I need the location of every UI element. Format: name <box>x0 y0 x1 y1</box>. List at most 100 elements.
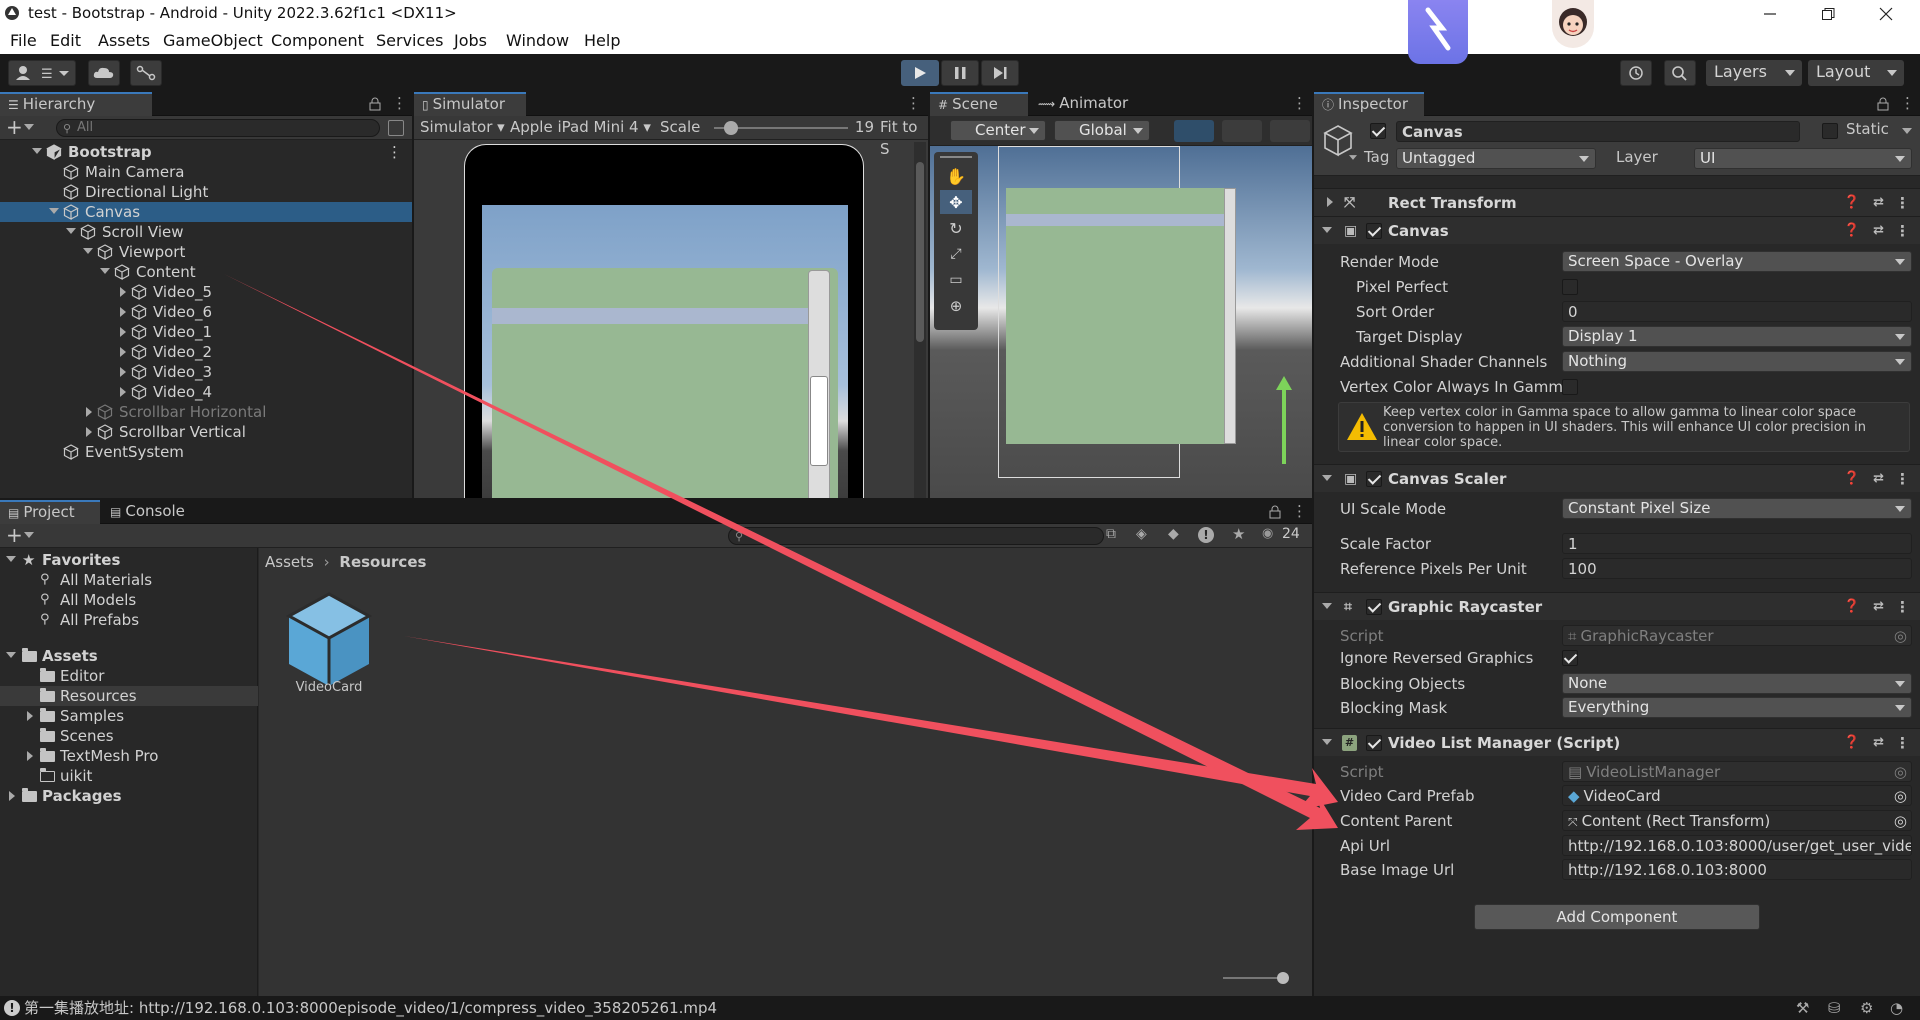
kebab-menu-icon[interactable]: ⋮ <box>1900 94 1915 112</box>
menu-component[interactable]: Component <box>271 31 364 50</box>
object-picker-icon[interactable]: ◎ <box>1894 786 1907 805</box>
status-bar[interactable]: ! 第一集播放地址: http://192.168.0.103:8000epis… <box>0 996 1920 1020</box>
increment-snap-button[interactable] <box>1270 120 1310 142</box>
chevron-right-icon[interactable] <box>120 307 131 317</box>
content-parent-field[interactable]: ⤧ Content (Rect Transform) ◎ <box>1562 810 1912 831</box>
pause-button[interactable] <box>941 60 979 86</box>
grid-snap-button[interactable] <box>1222 120 1262 142</box>
kebab-menu-icon[interactable]: ⋮ <box>906 94 921 112</box>
hierarchy-item-video-4[interactable]: Video_4 <box>0 382 412 402</box>
icon-size-slider[interactable] <box>1223 977 1283 979</box>
chevron-right-icon[interactable] <box>27 711 38 721</box>
lock-icon[interactable] <box>1876 97 1890 111</box>
pixel-perfect-checkbox[interactable] <box>1562 279 1578 295</box>
graphic-raycaster-header[interactable]: ⌗ Graphic Raycaster ❓ ⇄ ⋮ <box>1314 592 1920 620</box>
help-icon[interactable]: ❓ <box>1844 465 1860 493</box>
project-tree-item-all-models[interactable]: ⚲ All Models <box>0 590 258 610</box>
project-tree-item-samples[interactable]: Samples <box>0 706 258 726</box>
avatar[interactable] <box>1552 0 1594 48</box>
project-tree-item-favorites[interactable]: ★ Favorites <box>0 550 258 570</box>
tab-inspector[interactable]: ⓘ Inspector <box>1314 92 1424 116</box>
chevron-down-icon[interactable] <box>49 208 59 219</box>
filter-icon[interactable] <box>388 120 404 136</box>
chevron-right-icon[interactable] <box>1327 197 1338 207</box>
progress-icon[interactable]: ⚒ <box>1796 996 1809 1020</box>
object-picker-icon[interactable]: ◎ <box>1894 811 1907 830</box>
help-icon[interactable]: ❓ <box>1844 729 1860 757</box>
breadcrumb-assets[interactable]: Assets <box>265 553 314 571</box>
chevron-right-icon[interactable] <box>120 347 131 357</box>
y-axis-gizmo[interactable] <box>1282 384 1286 464</box>
hierarchy-item-directional-light[interactable]: Directional Light <box>0 182 412 202</box>
cloud-button[interactable] <box>88 60 120 86</box>
debug-icon[interactable]: ⚙ <box>1860 996 1873 1020</box>
layer-dropdown[interactable]: UI <box>1694 148 1912 169</box>
blocking-mask-dropdown[interactable]: Everything <box>1562 697 1912 718</box>
pivot-dropdown[interactable]: Center <box>950 120 1046 141</box>
video-list-manager-header[interactable]: # Video List Manager (Script) ❓ ⇄ ⋮ <box>1314 728 1920 756</box>
hierarchy-item-video-6[interactable]: Video_6 <box>0 302 412 322</box>
add-icon[interactable]: + <box>6 524 23 546</box>
chevron-down-icon[interactable] <box>1349 155 1357 164</box>
play-button[interactable] <box>901 60 939 86</box>
component-menu-icon[interactable]: ⋮ <box>1895 729 1910 757</box>
kebab-menu-icon[interactable]: ⋮ <box>1292 94 1307 112</box>
chevron-down-icon[interactable] <box>1322 227 1332 238</box>
auto-refresh-icon[interactable]: ◔ <box>1890 996 1903 1020</box>
icon-size-slider-handle[interactable] <box>1277 972 1289 984</box>
layers-dropdown[interactable]: Layers <box>1706 60 1802 86</box>
space-dropdown[interactable]: Global <box>1054 120 1150 141</box>
breadcrumb-resources[interactable]: Resources <box>339 553 426 571</box>
chevron-down-icon[interactable] <box>6 652 16 663</box>
hierarchy-item-scrollbar-vertical[interactable]: Scrollbar Vertical <box>0 422 412 442</box>
search-type-icon[interactable]: ⧉ <box>1106 526 1116 542</box>
collab-button[interactable] <box>130 60 162 86</box>
layout-dropdown[interactable]: Layout <box>1808 60 1904 86</box>
component-menu-icon[interactable]: ⋮ <box>1895 217 1910 245</box>
rect-transform-header[interactable]: ⤧ Rect Transform ❓ ⇄ ⋮ <box>1314 188 1920 216</box>
presets-icon[interactable]: ⇄ <box>1873 189 1884 217</box>
project-tree-item-scenes[interactable]: Scenes <box>0 726 258 746</box>
device-dropdown[interactable]: Apple iPad Mini 4 ▾ <box>510 116 651 138</box>
chevron-down-icon[interactable] <box>1322 603 1332 614</box>
render-mode-dropdown[interactable]: Screen Space - Overlay <box>1562 251 1912 272</box>
hierarchy-item-canvas[interactable]: Canvas <box>0 202 412 222</box>
project-tree-item-packages[interactable]: Packages <box>0 786 258 806</box>
video-card-prefab-field[interactable]: ◆ VideoCard ◎ <box>1562 785 1912 806</box>
chevron-right-icon[interactable] <box>27 751 38 761</box>
chevron-down-icon[interactable] <box>83 248 93 259</box>
filter-by-label-icon[interactable]: ◆ <box>1168 526 1179 542</box>
minimize-icon[interactable] <box>1760 6 1780 22</box>
scene-viewport[interactable] <box>930 146 1312 498</box>
move-tool-icon[interactable]: ✥ <box>940 190 972 214</box>
tab-hierarchy[interactable]: ☰ Hierarchy <box>0 92 152 116</box>
history-button[interactable] <box>1620 60 1652 86</box>
ignore-reversed-checkbox[interactable] <box>1562 650 1578 666</box>
tab-simulator[interactable]: ▯ Simulator <box>414 92 526 116</box>
simulator-scrollbar[interactable] <box>914 142 926 498</box>
transform-tool-icon[interactable]: ⊕ <box>940 294 972 318</box>
menu-window[interactable]: Window <box>506 31 569 50</box>
target-display-dropdown[interactable]: Display 1 <box>1562 326 1912 347</box>
static-checkbox[interactable] <box>1822 123 1838 139</box>
chevron-right-icon[interactable] <box>120 367 131 377</box>
hierarchy-item-content[interactable]: Content <box>0 262 412 282</box>
vlm-enabled-checkbox[interactable] <box>1366 735 1382 751</box>
palette-handle[interactable] <box>940 156 972 158</box>
project-tree-item-assets[interactable]: Assets <box>0 646 258 666</box>
scrollbar-handle[interactable] <box>810 376 828 466</box>
project-tree-item-resources[interactable]: Resources <box>0 686 258 706</box>
menu-gameobject[interactable]: GameObject <box>163 31 263 50</box>
gameobject-active-checkbox[interactable] <box>1370 123 1386 139</box>
chevron-down-icon[interactable] <box>24 124 34 135</box>
project-tree-item-all-prefabs[interactable]: ⚲ All Prefabs <box>0 610 258 630</box>
hierarchy-search[interactable]: ⚲ All <box>56 119 380 137</box>
visibility-icon[interactable]: ◉ <box>1262 526 1273 541</box>
hierarchy-item-video-3[interactable]: Video_3 <box>0 362 412 382</box>
help-icon[interactable]: ❓ <box>1844 593 1860 621</box>
search-button[interactable] <box>1664 60 1696 86</box>
cache-icon[interactable]: ⛁ <box>1828 996 1841 1020</box>
ref-pixels-field[interactable]: 100 <box>1562 558 1912 579</box>
hierarchy-item-video-1[interactable]: Video_1 <box>0 322 412 342</box>
maximize-icon[interactable] <box>1818 6 1838 22</box>
